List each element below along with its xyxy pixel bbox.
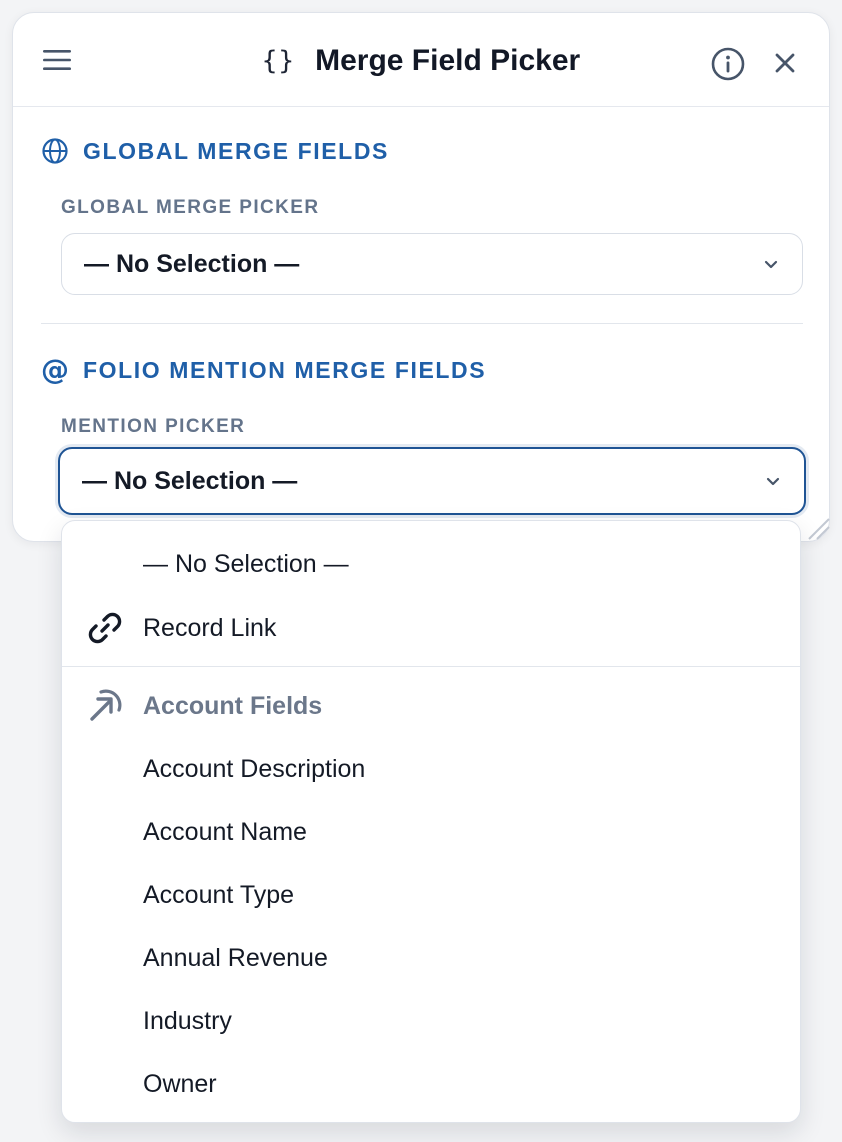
dropdown-option-no-selection[interactable]: — No Selection — xyxy=(62,534,800,594)
section-title: FOLIO MENTION MERGE FIELDS xyxy=(83,356,487,383)
option-label: Industry xyxy=(143,1006,232,1035)
mention-picker-label: MENTION PICKER xyxy=(61,416,246,437)
merge-field-picker-panel: {} Merge Field Picker GLOBAL MERGE FIELD… xyxy=(12,12,830,542)
global-merge-picker-select[interactable]: — No Selection — xyxy=(61,233,803,295)
arrow-up-right-icon xyxy=(90,689,122,721)
option-label: Record Link xyxy=(143,613,277,642)
at-icon: @ xyxy=(41,353,69,386)
option-label: Account Name xyxy=(143,817,307,846)
braces-icon: {} xyxy=(261,46,296,76)
section-title: GLOBAL MERGE FIELDS xyxy=(83,137,389,164)
folio-mention-merge-fields-heading: @ FOLIO MENTION MERGE FIELDS xyxy=(41,356,486,384)
option-label: Account Description xyxy=(143,754,366,783)
dropdown-option-record-link[interactable]: Record Link xyxy=(62,598,800,658)
link-icon xyxy=(88,612,122,644)
page-title: Merge Field Picker xyxy=(315,44,581,77)
dropdown-option-account-type[interactable]: Account Type xyxy=(62,865,800,925)
globe-icon xyxy=(42,138,68,164)
option-label: Owner xyxy=(143,1069,217,1098)
group-label: Account Fields xyxy=(143,691,323,720)
dropdown-option-industry[interactable]: Industry xyxy=(62,991,800,1051)
global-merge-picker-label: GLOBAL MERGE PICKER xyxy=(61,197,320,218)
chevron-down-icon xyxy=(766,477,780,486)
option-label: Annual Revenue xyxy=(143,943,328,972)
dropdown-option-account-name[interactable]: Account Name xyxy=(62,802,800,862)
chevron-down-icon xyxy=(764,260,778,269)
selected-value: — No Selection — xyxy=(82,466,298,495)
close-icon xyxy=(775,53,795,73)
selected-value: — No Selection — xyxy=(84,249,300,278)
dropdown-option-owner[interactable]: Owner xyxy=(62,1054,800,1114)
global-merge-fields-heading: GLOBAL MERGE FIELDS xyxy=(41,137,389,165)
close-button[interactable] xyxy=(771,49,799,77)
dropdown-option-annual-revenue[interactable]: Annual Revenue xyxy=(62,928,800,988)
option-label: — No Selection — xyxy=(143,549,349,578)
mention-picker-dropdown: — No Selection — Record Link Account Fie… xyxy=(61,520,801,1123)
info-button[interactable] xyxy=(710,46,746,82)
info-icon xyxy=(711,47,745,81)
mention-picker-select[interactable]: — No Selection — xyxy=(58,447,806,515)
resize-handle[interactable] xyxy=(803,513,833,543)
title-group: {} Merge Field Picker xyxy=(13,41,829,81)
panel-header: {} Merge Field Picker xyxy=(13,13,829,107)
option-label: Account Type xyxy=(143,880,295,909)
dropdown-option-account-description[interactable]: Account Description xyxy=(62,739,800,799)
section-divider xyxy=(41,323,803,324)
dropdown-group-account-fields: Account Fields xyxy=(62,676,800,736)
dropdown-divider xyxy=(62,666,800,667)
